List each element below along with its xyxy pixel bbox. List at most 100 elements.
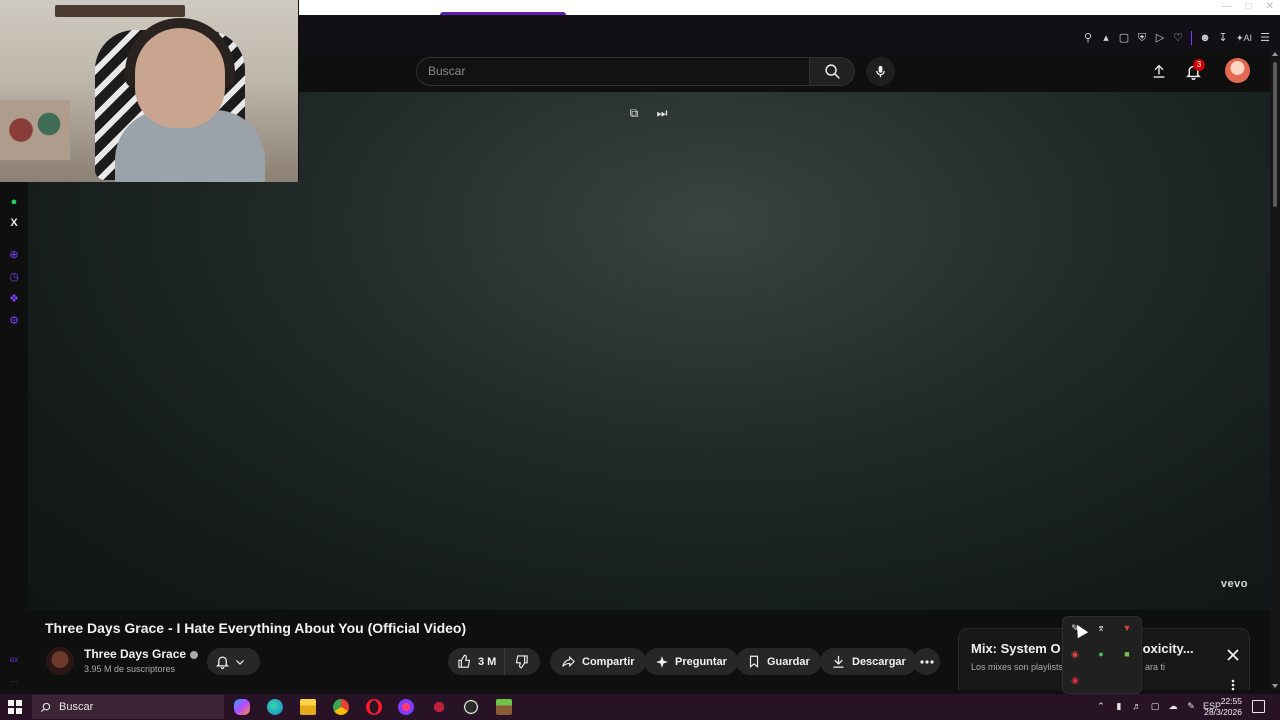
sparkle-icon <box>656 655 668 668</box>
x-icon[interactable]: X <box>7 216 21 230</box>
webcam-plushies <box>0 100 70 160</box>
more-vertical-icon[interactable] <box>1231 679 1235 691</box>
windows-logo-pane <box>16 700 22 706</box>
pin-icon[interactable]: ▴ <box>1099 31 1113 45</box>
close-icon[interactable] <box>1225 647 1241 663</box>
vevo-watermark: vevo <box>1220 578 1248 590</box>
account-avatar[interactable] <box>1225 58 1250 83</box>
edge-icon[interactable] <box>267 699 283 715</box>
clock-time: 22:55 <box>1220 696 1242 706</box>
ask-button[interactable]: Preguntar <box>644 648 738 675</box>
scroll-down-arrow-icon[interactable] <box>1272 684 1278 688</box>
chevron-up-icon[interactable]: ⌃ <box>1095 700 1107 712</box>
pen-icon[interactable]: ✎ <box>1185 700 1197 712</box>
upload-icon <box>1153 64 1165 78</box>
copilot-icon[interactable] <box>234 699 250 715</box>
subscribe-bell-button[interactable] <box>207 648 260 675</box>
tray-app-icon[interactable]: ▼ <box>1121 622 1133 634</box>
webcam-person-face <box>135 28 225 128</box>
like-button[interactable]: 3 M <box>448 648 506 675</box>
close-window-icon[interactable]: ✕ <box>1266 1 1274 13</box>
scrollbar-thumb[interactable] <box>1273 62 1277 207</box>
voice-search-button[interactable] <box>866 57 895 86</box>
mic-icon[interactable]: ▮ <box>1113 700 1125 712</box>
thumbs-down-icon <box>516 655 529 669</box>
heart-icon[interactable]: ♡ <box>1171 31 1185 45</box>
cloud-icon[interactable]: ☁ <box>1167 700 1179 712</box>
windows-taskbar: Buscar ⌃ ▮ ♬ ▢ ☁ ✎ ESP 22:55 28/3/2026 <box>0 694 1280 720</box>
bell-icon <box>215 656 230 669</box>
aria-ai-icon[interactable]: ✦AI <box>1234 31 1254 45</box>
page-scrollbar[interactable] <box>1270 50 1280 690</box>
channel-name-text[interactable]: Three Days Grace <box>84 647 186 661</box>
create-button[interactable] <box>1148 60 1170 82</box>
tray-app-icon[interactable]: ■ <box>1121 648 1133 660</box>
download-icon[interactable]: ↧ <box>1216 31 1230 45</box>
taskbar-search[interactable]: Buscar <box>32 695 224 719</box>
subscriber-count: 3.95 M de suscriptores <box>84 664 176 674</box>
snapshot-icon[interactable]: ▢ <box>1117 31 1131 45</box>
windows-logo-pane <box>8 700 14 706</box>
toolbar-icons: ⚲ ▴ ▢ ⛨ ▷ ♡ ☻ ↧ ✦AI ☰ <box>1081 31 1272 45</box>
network-icon[interactable]: ▢ <box>1149 700 1161 712</box>
channel-name[interactable]: Three Days Grace <box>84 647 199 661</box>
whatsapp-icon[interactable]: ● <box>7 195 21 209</box>
obs-icon[interactable] <box>463 699 479 715</box>
next-video-icon[interactable]: ⏭ <box>653 104 671 122</box>
download-label: Descargar <box>852 655 906 668</box>
chrome-icon[interactable] <box>333 699 349 715</box>
download-icon <box>833 655 844 668</box>
minecraft-icon[interactable] <box>496 699 512 715</box>
search-input[interactable]: Buscar <box>416 57 810 86</box>
mix-subtitle-end: ara ti <box>1145 662 1166 672</box>
window-controls: — □ ✕ <box>1222 1 1274 13</box>
game-app-icon[interactable] <box>431 699 447 715</box>
tray-app-icon[interactable]: ◉ <box>1069 648 1081 660</box>
minimize-icon[interactable]: — <box>1222 1 1232 13</box>
zoom-icon[interactable]: ⚲ <box>1081 31 1095 45</box>
volume-icon[interactable]: ♬ <box>1131 700 1143 712</box>
notification-center-icon[interactable] <box>1252 700 1265 713</box>
windows-logo-pane <box>8 708 14 714</box>
history-icon[interactable]: ◷ <box>7 270 21 284</box>
profile-icon[interactable]: ☻ <box>1198 31 1212 45</box>
miniplayer-icon[interactable]: ⧉ <box>625 104 643 122</box>
extensions-icon[interactable]: ❖ <box>7 292 21 306</box>
share-label: Compartir <box>582 655 635 668</box>
download-button[interactable]: Descargar <box>820 648 917 675</box>
webcam-shelf <box>55 5 185 17</box>
like-dislike-group: 3 M <box>448 648 540 675</box>
gx-logo-icon[interactable]: GX <box>7 654 21 668</box>
mix-subtitle-start: Los mixes son playlists <box>971 662 1064 672</box>
search-icon <box>40 702 51 712</box>
menu-icon[interactable]: ☰ <box>1258 31 1272 45</box>
tray-app-icon[interactable]: ● <box>1095 648 1107 660</box>
play-icon[interactable]: ▷ <box>1153 31 1167 45</box>
maximize-icon[interactable]: □ <box>1246 1 1252 13</box>
shield-icon[interactable]: ⛨ <box>1135 31 1149 45</box>
add-icon[interactable]: ⊕ <box>7 248 21 262</box>
share-button[interactable]: Compartir <box>550 648 646 675</box>
settings-icon[interactable]: ⚙ <box>7 314 21 328</box>
dislike-button[interactable] <box>505 648 538 675</box>
tray-app-icon[interactable]: ⌆ <box>1095 622 1107 634</box>
more-actions-button[interactable] <box>913 648 940 675</box>
mix-title-end: oxicity... <box>1142 641 1194 656</box>
toolbar-separator <box>1191 31 1192 45</box>
taskbar-clock[interactable]: 22:55 28/3/2026 <box>1200 696 1242 718</box>
scroll-up-arrow-icon[interactable] <box>1272 52 1278 56</box>
start-button[interactable] <box>8 700 22 714</box>
opera-gx-icon[interactable] <box>398 699 414 715</box>
bookmark-icon <box>749 655 759 668</box>
more-icon[interactable]: … <box>7 674 21 688</box>
tray-app-icon[interactable]: ◉ <box>1069 674 1081 686</box>
opera-icon[interactable] <box>366 699 382 715</box>
like-count: 3 M <box>478 655 497 668</box>
save-button[interactable]: Guardar <box>736 648 821 675</box>
clock-date: 28/3/2026 <box>1204 707 1242 717</box>
search-button[interactable] <box>809 57 855 86</box>
taskbar-search-label: Buscar <box>59 701 94 713</box>
channel-avatar[interactable] <box>46 647 74 675</box>
file-explorer-icon[interactable] <box>300 699 316 715</box>
webcam-overlay <box>0 0 299 182</box>
